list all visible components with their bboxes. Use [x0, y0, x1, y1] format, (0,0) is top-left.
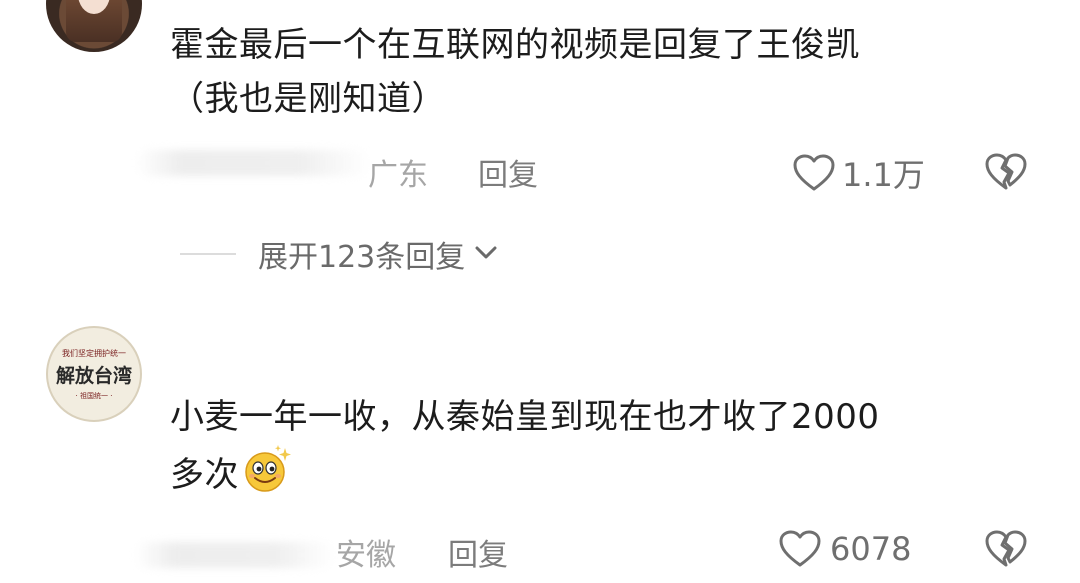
- comment-item: 霍金最后一个在互联网的视频是回复了王俊凯 （我也是刚知道） 广东 回复 1.1万: [0, 0, 1080, 220]
- chevron-down-icon: [473, 242, 499, 266]
- avatar-seal-bottom-text: · 祖国统一 ·: [75, 391, 113, 400]
- comment-text-line-wrapper: 多次: [170, 444, 1060, 502]
- comment-location: 安徽: [336, 538, 396, 573]
- like-button[interactable]: 6078: [778, 529, 911, 569]
- expand-replies-label: 展开123条回复: [258, 240, 466, 275]
- avatar[interactable]: 我们坚定拥护统一 解放台湾 · 祖国统一 ·: [46, 326, 142, 422]
- broken-heart-icon: [984, 530, 1028, 573]
- heart-outline-icon: [778, 529, 822, 569]
- reply-button[interactable]: 回复: [448, 530, 508, 574]
- expand-replies-button[interactable]: 展开123条回复: [180, 232, 499, 276]
- like-count: 1.1万: [842, 156, 925, 194]
- comment-text-line: （我也是刚知道）: [170, 79, 446, 119]
- like-button[interactable]: 1.1万: [792, 150, 925, 196]
- dislike-button[interactable]: [984, 152, 1028, 196]
- comment-item: 我们坚定拥护统一 解放台湾 · 祖国统一 · 小麦一年一收，从秦始皇到现在也才收…: [0, 300, 1080, 583]
- blurred-username: [135, 150, 370, 176]
- sparkle-smile-emoji-icon: [243, 444, 291, 492]
- comment-location: 广东: [368, 158, 428, 193]
- dislike-button[interactable]: [984, 529, 1028, 573]
- avatar[interactable]: [46, 0, 142, 52]
- avatar-seal-top-text: 我们坚定拥护统一: [62, 348, 126, 358]
- comment-text: 小麦一年一收，从秦始皇到现在也才收了2000 多次: [170, 390, 1060, 502]
- divider-line: [180, 253, 236, 255]
- comment-text-line: 多次: [170, 455, 239, 495]
- comment-text-line: 霍金最后一个在互联网的视频是回复了王俊凯: [170, 25, 860, 65]
- comment-text: 霍金最后一个在互联网的视频是回复了王俊凯 （我也是刚知道）: [170, 18, 1050, 126]
- comment-text-line: 小麦一年一收，从秦始皇到现在也才收了2000: [170, 397, 880, 437]
- blurred-username: [135, 542, 335, 568]
- like-count: 6078: [830, 530, 912, 568]
- broken-heart-icon: [984, 153, 1028, 196]
- avatar-seal-main-text: 解放台湾: [55, 364, 132, 387]
- reply-button[interactable]: 回复: [478, 150, 538, 194]
- heart-outline-icon: [792, 153, 836, 193]
